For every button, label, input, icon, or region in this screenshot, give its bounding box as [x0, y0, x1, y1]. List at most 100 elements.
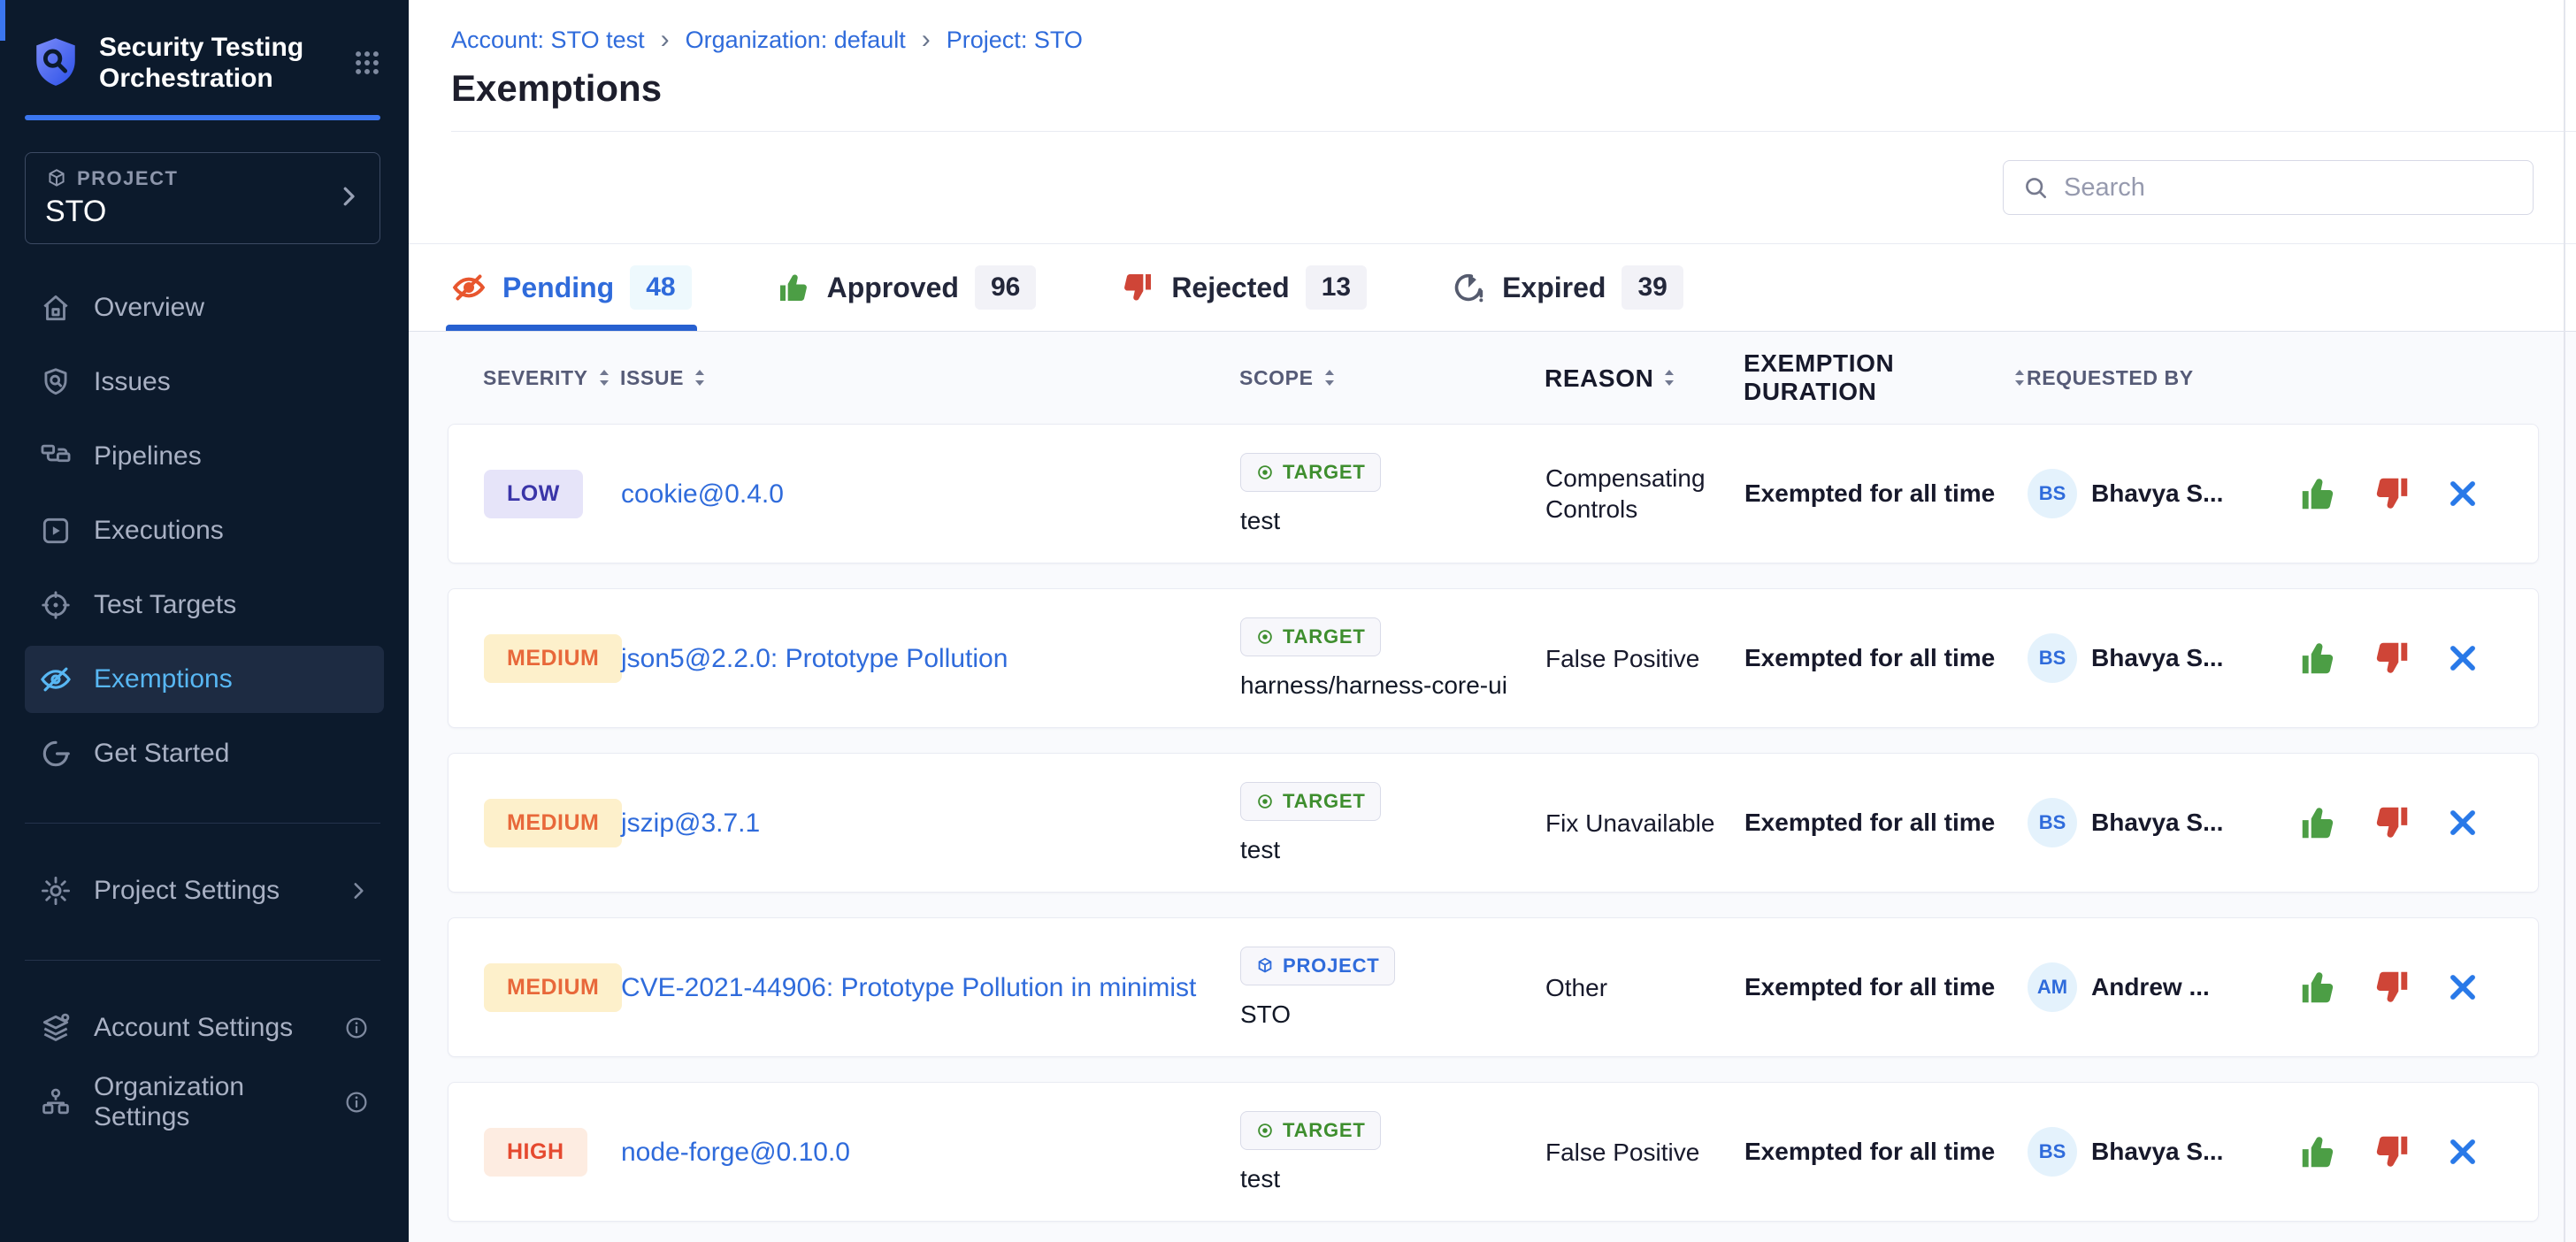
breadcrumb-account[interactable]: Account: STO test: [451, 25, 686, 55]
sidebar-item-label: Overview: [94, 293, 204, 323]
severity-badge: HIGH: [484, 1128, 587, 1177]
issue-link[interactable]: CVE-2021-44906: Prototype Pollution in m…: [621, 968, 1231, 1008]
requester-name: Andrew ...: [2091, 973, 2210, 1001]
sort-icon[interactable]: [1662, 367, 1676, 388]
sidebar-item-pipelines[interactable]: Pipelines: [25, 423, 384, 490]
column-header-exemption-duration[interactable]: EXEMPTION DURATION: [1744, 349, 2027, 406]
target-icon: [1255, 792, 1275, 811]
tab-label: Pending: [502, 272, 614, 304]
requester-name: Bhavya S...: [2091, 1138, 2223, 1166]
table-row: MEDIUM CVE-2021-44906: Prototype Polluti…: [448, 917, 2539, 1057]
column-header-requested-by: REQUESTED BY: [2027, 366, 2261, 390]
cancel-button[interactable]: [2446, 641, 2480, 675]
eye-off-icon: [39, 663, 73, 696]
info-icon[interactable]: [343, 1015, 370, 1041]
get-started-icon: [39, 737, 73, 770]
page-header: Account: STO test Organization: default …: [409, 0, 2576, 132]
approve-button[interactable]: [2297, 1131, 2338, 1172]
breadcrumb: Account: STO test Organization: default …: [451, 25, 2576, 55]
sidebar-settings-nav: Project Settings: [0, 857, 409, 924]
sort-icon[interactable]: [1322, 367, 1337, 388]
sidebar-item-issues[interactable]: Issues: [25, 349, 384, 416]
scope-chip: TARGET: [1240, 617, 1381, 656]
reject-button[interactable]: [2372, 1131, 2412, 1172]
cancel-button[interactable]: [2446, 477, 2480, 510]
column-header-scope[interactable]: SCOPE: [1239, 366, 1545, 390]
approve-button[interactable]: [2297, 638, 2338, 678]
module-header: Security Testing Orchestration: [0, 0, 409, 94]
module-grid-icon[interactable]: [352, 48, 382, 78]
exemption-duration-text: Exempted for all time: [1744, 644, 2028, 672]
scope-chip: PROJECT: [1240, 947, 1395, 985]
issue-link[interactable]: cookie@0.4.0: [621, 474, 819, 514]
sidebar-item-label: Test Targets: [94, 590, 236, 620]
sort-icon[interactable]: [693, 367, 707, 388]
sidebar-item-overview[interactable]: Overview: [25, 274, 384, 341]
scope-type-label: PROJECT: [1283, 954, 1380, 978]
cube-icon: [1255, 956, 1275, 976]
sidebar-item-executions[interactable]: Executions: [25, 497, 384, 564]
scope-name: harness/harness-core-ui: [1240, 671, 1507, 700]
breadcrumb-project[interactable]: Project: STO: [947, 27, 1083, 54]
sto-shield-logo-icon: [30, 34, 81, 91]
cancel-button[interactable]: [2446, 1135, 2480, 1169]
table-header-row: SEVERITY ISSUE SCOPE REASON EXEMPTION DU…: [448, 332, 2539, 424]
breadcrumb-organization[interactable]: Organization: default: [686, 25, 947, 55]
scope-type-label: TARGET: [1283, 790, 1366, 813]
tab-expired[interactable]: Expired 39: [1451, 244, 1683, 331]
cancel-button[interactable]: [2446, 806, 2480, 840]
sidebar-item-label: Account Settings: [94, 1013, 293, 1043]
column-header-issue[interactable]: ISSUE: [620, 366, 1239, 390]
column-header-reason[interactable]: REASON: [1545, 363, 1744, 394]
sidebar-divider: [25, 823, 380, 824]
sort-icon[interactable]: [597, 367, 611, 388]
search-input[interactable]: [2064, 173, 2515, 203]
approve-button[interactable]: [2297, 802, 2338, 843]
info-icon[interactable]: [343, 1089, 370, 1116]
target-icon: [1255, 463, 1275, 482]
sidebar-item-exemptions[interactable]: Exemptions: [25, 646, 384, 713]
issue-link[interactable]: jszip@3.7.1: [621, 803, 795, 843]
table-row: HIGH node-forge@0.10.0 TARGET test False…: [448, 1082, 2539, 1222]
sidebar-item-get-started[interactable]: Get Started: [25, 720, 384, 787]
search-box[interactable]: [2003, 160, 2534, 215]
sidebar-item-project-settings[interactable]: Project Settings: [25, 857, 384, 924]
tab-rejected[interactable]: Rejected 13: [1120, 244, 1367, 331]
reject-button[interactable]: [2372, 802, 2412, 843]
sidebar-nav: Overview Issues Pipelines Executions: [0, 274, 409, 787]
cancel-button[interactable]: [2446, 970, 2480, 1004]
issue-link[interactable]: node-forge@0.10.0: [621, 1132, 886, 1172]
main-content: Account: STO test Organization: default …: [409, 0, 2576, 1242]
column-header-severity[interactable]: SEVERITY: [483, 366, 620, 390]
reject-button[interactable]: [2372, 967, 2412, 1008]
scope-name: STO: [1240, 1000, 1291, 1029]
sidebar-item-account-settings[interactable]: Account Settings: [25, 994, 384, 1062]
approve-button[interactable]: [2297, 967, 2338, 1008]
project-selector[interactable]: PROJECT STO: [25, 152, 380, 244]
eye-off-icon: [451, 270, 487, 305]
sidebar-item-organization-settings[interactable]: Organization Settings: [25, 1069, 384, 1136]
issue-link[interactable]: json5@2.2.0: Prototype Pollution: [621, 639, 1043, 678]
project-selector-value: STO: [45, 195, 360, 229]
chevron-right-icon: [335, 183, 362, 214]
sidebar-item-label: Issues: [94, 367, 171, 397]
tab-label: Rejected: [1171, 272, 1289, 304]
home-icon: [39, 291, 73, 325]
sidebar-divider: [25, 960, 380, 961]
approve-button[interactable]: [2297, 473, 2338, 514]
tab-count-badge: 39: [1622, 265, 1683, 310]
sidebar-item-label: Organization Settings: [94, 1072, 322, 1132]
org-chart-gear-icon: [39, 1085, 73, 1119]
reject-button[interactable]: [2372, 473, 2412, 514]
reject-button[interactable]: [2372, 638, 2412, 678]
sidebar-item-test-targets[interactable]: Test Targets: [25, 571, 384, 639]
reason-text: False Positive: [1545, 1137, 1744, 1168]
tab-pending[interactable]: Pending 48: [451, 244, 692, 331]
sort-icon[interactable]: [2012, 367, 2027, 388]
scope-name: test: [1240, 836, 1280, 864]
shield-search-icon: [39, 365, 73, 399]
avatar: BS: [2028, 633, 2077, 683]
sidebar-item-label: Executions: [94, 516, 224, 546]
tab-label: Expired: [1502, 272, 1606, 304]
tab-approved[interactable]: Approved 96: [776, 244, 1037, 331]
